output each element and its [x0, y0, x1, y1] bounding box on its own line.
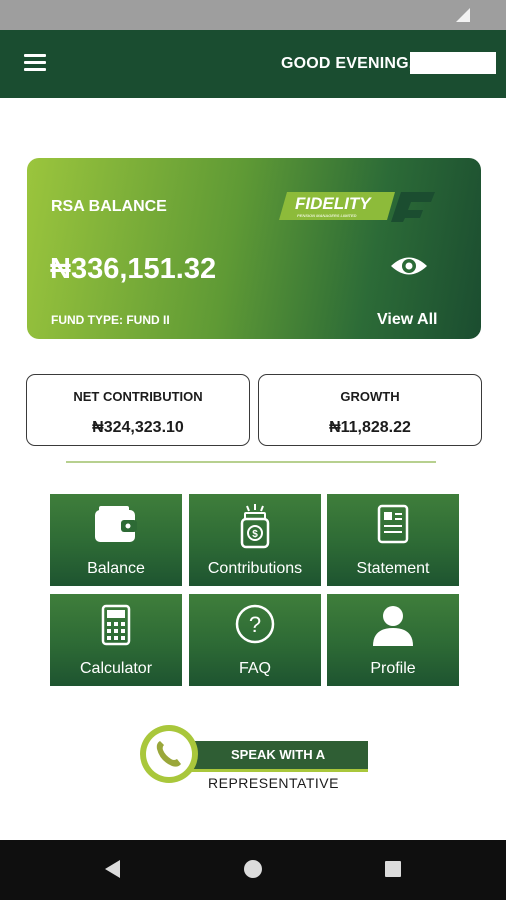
eye-icon[interactable] [389, 253, 429, 279]
document-icon [377, 504, 409, 544]
tile-label: Profile [370, 660, 416, 677]
phone-icon [156, 741, 181, 767]
svg-text:$: $ [252, 529, 258, 540]
user-icon [373, 606, 413, 646]
svg-text:FIDELITY: FIDELITY [295, 194, 372, 213]
tile-profile[interactable]: Profile [327, 594, 459, 686]
recents-icon[interactable] [382, 858, 404, 880]
view-all-link[interactable]: View All [377, 311, 437, 329]
greeting-text: GOOD EVENING, [281, 55, 414, 72]
tile-label: Statement [356, 560, 430, 577]
svg-text:PENSION MANAGERS LIMITED: PENSION MANAGERS LIMITED [297, 213, 357, 218]
user-name-redacted [410, 52, 496, 74]
net-contribution-card: NET CONTRIBUTION ₦324,323.10 [26, 374, 250, 446]
svg-text:?: ? [249, 612, 261, 637]
growth-value: ₦11,828.22 [329, 419, 411, 436]
app-bar: GOOD EVENING, [0, 30, 506, 98]
tile-label: Contributions [207, 560, 303, 577]
speak-with-representative-button[interactable]: SPEAK WITH A REPRESENTATIVE [140, 725, 370, 793]
speak-line1: SPEAK WITH A [231, 747, 326, 762]
tile-statement[interactable]: Statement [327, 494, 459, 586]
money-jar-icon: $ [240, 504, 270, 549]
tile-label: Balance [87, 560, 145, 577]
wallet-icon [95, 506, 137, 542]
back-icon[interactable] [102, 858, 124, 880]
rsa-balance-card: RSA BALANCE FIDELITY PENSION MANAGERS LI… [27, 158, 481, 339]
net-contribution-value: ₦324,323.10 [92, 419, 184, 436]
tile-faq[interactable]: ? FAQ [189, 594, 321, 686]
growth-card: GROWTH ₦11,828.22 [258, 374, 482, 446]
question-icon: ? [235, 604, 275, 644]
tile-label: FAQ [238, 660, 271, 677]
balance-amount: ₦336,151.32 [50, 253, 217, 285]
net-contribution-label: NET CONTRIBUTION [73, 389, 203, 404]
menu-icon[interactable] [24, 54, 46, 72]
signal-icon [456, 8, 470, 22]
tile-balance[interactable]: Balance [50, 494, 182, 586]
tile-calculator[interactable]: Calculator [50, 594, 182, 686]
growth-label: GROWTH [340, 389, 400, 404]
calculator-icon [101, 604, 131, 646]
system-nav-bar [0, 840, 506, 900]
rsa-balance-label: RSA BALANCE [51, 198, 167, 215]
speak-line2: REPRESENTATIVE [208, 775, 339, 791]
home-icon[interactable] [242, 858, 264, 880]
status-bar [0, 0, 506, 30]
divider [66, 461, 436, 463]
tile-contributions[interactable]: $ Contributions [189, 494, 321, 586]
tile-label: Calculator [79, 660, 153, 677]
fidelity-logo: FIDELITY PENSION MANAGERS LIMITED [279, 192, 435, 222]
fund-type-label: FUND TYPE: FUND II [51, 313, 170, 327]
